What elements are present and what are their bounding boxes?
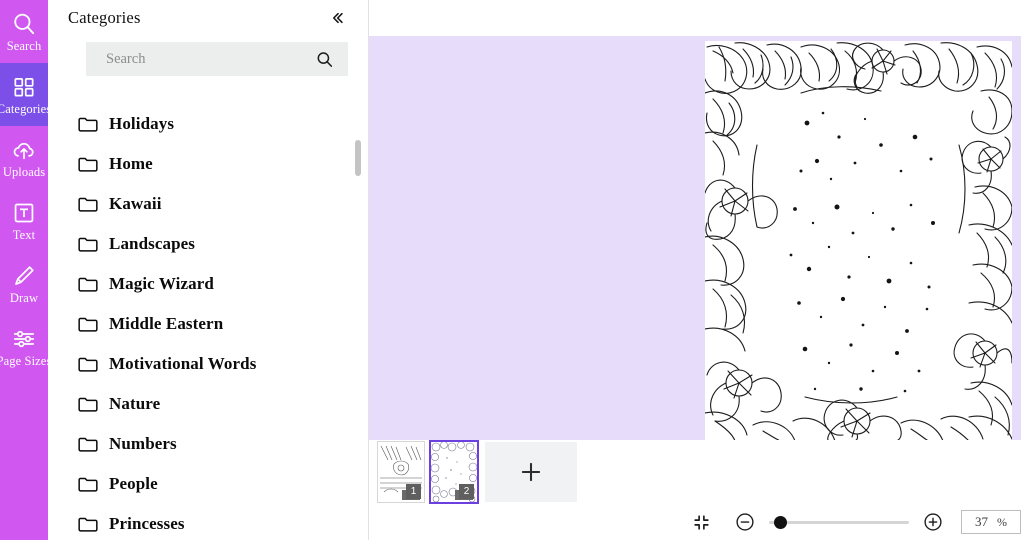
panel-header: Categories xyxy=(48,0,368,36)
rail-label-categories: Categories xyxy=(0,101,52,116)
category-item-label: Motivational Words xyxy=(109,354,257,373)
search-box[interactable] xyxy=(86,42,348,76)
folder-icon xyxy=(78,116,98,133)
rail-label-draw: Draw xyxy=(9,290,39,305)
fit-to-screen-icon xyxy=(692,513,711,532)
pencil-icon xyxy=(11,263,37,289)
folder-icon xyxy=(78,156,98,173)
rail-label-page-sizes: Page Sizes xyxy=(0,353,52,368)
page-title: Categories xyxy=(68,8,141,27)
category-item-magic-wizard[interactable]: Magic Wizard xyxy=(78,264,368,304)
rail-label-text: Text xyxy=(12,227,36,242)
rail-item-categories[interactable]: Categories xyxy=(0,63,52,126)
category-item-motivational-words[interactable]: Motivational Words xyxy=(78,344,368,384)
page-canvas[interactable] xyxy=(705,41,1012,440)
folder-icon xyxy=(78,356,98,373)
category-item-label: Home xyxy=(109,154,153,173)
search-icon xyxy=(11,11,37,37)
rail-item-page-sizes[interactable]: Page Sizes xyxy=(0,315,52,378)
folder-icon xyxy=(78,236,98,253)
cloud-upload-icon xyxy=(11,137,37,163)
folder-icon xyxy=(78,396,98,413)
zoom-value: 37 xyxy=(975,514,988,529)
rail-item-text[interactable]: Text xyxy=(0,189,48,252)
grid-icon xyxy=(11,74,37,100)
folder-icon xyxy=(78,436,98,453)
zoom-value-field[interactable]: 37 % xyxy=(961,510,1021,534)
zoom-slider-track xyxy=(769,520,909,524)
category-item-label: Nature xyxy=(109,394,161,413)
page-number-badge: 2 xyxy=(459,484,474,499)
category-item-label: Landscapes xyxy=(109,234,196,253)
rail-label-search: Search xyxy=(6,38,42,53)
category-item-middle-eastern[interactable]: Middle Eastern xyxy=(78,304,368,344)
zoom-slider[interactable] xyxy=(769,513,909,531)
pages-strip: 1 2 xyxy=(369,440,1021,504)
folder-icon xyxy=(78,196,98,213)
zoom-toolbar: 37 % xyxy=(369,504,1021,540)
chevron-double-left-icon[interactable] xyxy=(324,5,350,31)
text-box-icon xyxy=(11,200,37,226)
category-item-label: Magic Wizard xyxy=(109,274,214,293)
folder-icon xyxy=(78,276,98,293)
app-root: Search Categories Uploads Text Draw Page… xyxy=(0,0,1021,540)
category-item-label: Holidays xyxy=(109,114,175,133)
category-item-landscapes[interactable]: Landscapes xyxy=(78,224,368,264)
category-item-people[interactable]: People xyxy=(78,464,368,504)
folder-icon xyxy=(78,516,98,533)
rail-item-uploads[interactable]: Uploads xyxy=(0,126,48,189)
category-item-nature[interactable]: Nature xyxy=(78,384,368,424)
category-item-label: Kawaii xyxy=(109,194,162,213)
category-list: Holidays Home Kawaii Landscapes Magic Wizard… xyxy=(48,104,368,540)
category-item-holidays[interactable]: Holidays xyxy=(78,104,368,144)
zoom-out-button[interactable] xyxy=(731,508,759,536)
sliders-icon xyxy=(11,326,37,352)
search-icon[interactable] xyxy=(315,50,334,69)
categories-panel: Categories Holidays Home Kawaii Landscapes M… xyxy=(48,0,369,540)
panel-scrollbar[interactable] xyxy=(355,140,361,176)
fit-to-screen-button[interactable] xyxy=(687,508,715,536)
rail-item-draw[interactable]: Draw xyxy=(0,252,48,315)
category-item-kawaii[interactable]: Kawaii xyxy=(78,184,368,224)
zoom-in-button[interactable] xyxy=(919,508,947,536)
page-thumbnail-1[interactable]: 1 xyxy=(377,441,425,503)
folder-icon xyxy=(78,316,98,333)
search-input[interactable] xyxy=(104,49,307,69)
search-container xyxy=(48,36,368,76)
category-item-label: Princesses xyxy=(109,514,185,533)
folder-icon xyxy=(78,476,98,493)
canvas-workspace[interactable] xyxy=(369,36,1021,440)
rail-label-uploads: Uploads xyxy=(2,164,46,179)
category-item-home[interactable]: Home xyxy=(78,144,368,184)
page-number-badge: 1 xyxy=(406,484,421,499)
zoom-unit: % xyxy=(997,514,1007,529)
plus-icon xyxy=(518,459,544,485)
category-item-numbers[interactable]: Numbers xyxy=(78,424,368,464)
coloring-page-artwork xyxy=(705,41,1012,440)
rail-item-search[interactable]: Search xyxy=(0,0,48,63)
left-toolbar: Search Categories Uploads Text Draw Page… xyxy=(0,0,52,540)
page-thumbnail-2[interactable]: 2 xyxy=(429,440,479,504)
plus-circle-icon xyxy=(922,511,944,533)
category-item-label: People xyxy=(109,474,158,493)
add-page-button[interactable] xyxy=(485,442,577,502)
category-item-label: Middle Eastern xyxy=(109,314,224,333)
category-item-label: Numbers xyxy=(109,434,177,453)
category-item-princesses[interactable]: Princesses xyxy=(78,504,368,540)
zoom-slider-knob[interactable] xyxy=(774,515,787,529)
minus-circle-icon xyxy=(734,511,756,533)
